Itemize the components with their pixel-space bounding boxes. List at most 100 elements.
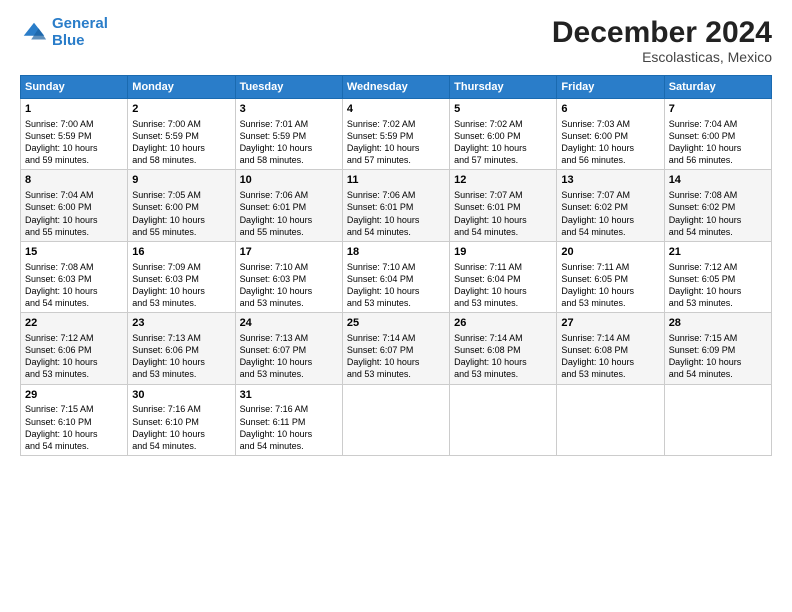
sunrise-label: Sunrise: 7:06 AM [240,190,309,200]
daylight-label: Daylight: 10 hours [561,143,634,153]
daylight-detail: and 58 minutes. [132,155,196,165]
daylight-detail: and 53 minutes. [669,298,733,308]
daylight-detail: and 55 minutes. [25,227,89,237]
sunset-label: Sunset: 6:07 PM [240,345,307,355]
col-tuesday: Tuesday [235,76,342,99]
sunset-label: Sunset: 6:02 PM [561,202,628,212]
daylight-detail: and 53 minutes. [347,298,411,308]
daylight-detail: and 54 minutes. [669,227,733,237]
sunrise-label: Sunrise: 7:13 AM [132,333,201,343]
col-thursday: Thursday [450,76,557,99]
day-number: 31 [240,388,338,403]
sunset-label: Sunset: 6:00 PM [454,131,521,141]
cell-w4-d3: 24 Sunrise: 7:13 AM Sunset: 6:07 PM Dayligh… [235,313,342,384]
daylight-label: Daylight: 10 hours [25,429,98,439]
title-block: December 2024 Escolasticas, Mexico [552,16,772,65]
daylight-detail: and 59 minutes. [25,155,89,165]
sunset-label: Sunset: 6:00 PM [132,202,199,212]
daylight-label: Daylight: 10 hours [454,143,527,153]
daylight-detail: and 54 minutes. [561,227,625,237]
sunrise-label: Sunrise: 7:08 AM [25,262,94,272]
sunrise-label: Sunrise: 7:13 AM [240,333,309,343]
day-number: 15 [25,245,123,260]
day-number: 24 [240,316,338,331]
daylight-detail: and 54 minutes. [132,441,196,451]
col-monday: Monday [128,76,235,99]
daylight-label: Daylight: 10 hours [561,215,634,225]
logo: General Blue [20,16,108,49]
sunset-label: Sunset: 6:03 PM [240,274,307,284]
daylight-label: Daylight: 10 hours [454,286,527,296]
daylight-detail: and 53 minutes. [454,369,518,379]
daylight-detail: and 57 minutes. [454,155,518,165]
sunrise-label: Sunrise: 7:01 AM [240,119,309,129]
col-friday: Friday [557,76,664,99]
day-number: 28 [669,316,767,331]
daylight-label: Daylight: 10 hours [240,357,313,367]
daylight-label: Daylight: 10 hours [240,429,313,439]
sunrise-label: Sunrise: 7:00 AM [25,119,94,129]
logo-text: General Blue [52,16,108,49]
daylight-detail: and 53 minutes. [454,298,518,308]
col-saturday: Saturday [664,76,771,99]
day-number: 23 [132,316,230,331]
cell-w1-d3: 3Sunrise: 7:01 AMSunset: 5:59 PMDaylight… [235,99,342,170]
sunset-label: Sunset: 5:59 PM [240,131,307,141]
sunrise-label: Sunrise: 7:15 AM [25,404,94,414]
cell-w2-d1: 8Sunrise: 7:04 AMSunset: 6:00 PMDaylight… [21,170,128,241]
page: General Blue December 2024 Escolasticas,… [0,0,792,612]
sunset-label: Sunset: 6:04 PM [347,274,414,284]
week-row-3: 15 Sunrise: 7:08 AM Sunset: 6:03 PM Dayligh… [21,241,772,312]
daylight-label: Daylight: 10 hours [240,143,313,153]
cell-w5-d7 [664,384,771,455]
cell-w5-d2: 30Sunrise: 7:16 AMSunset: 6:10 PMDayligh… [128,384,235,455]
week-row-4: 22Sunrise: 7:12 AMSunset: 6:06 PMDayligh… [21,313,772,384]
sunrise-label: Sunrise: 7:12 AM [669,262,738,272]
cell-w4-d5: 26Sunrise: 7:14 AMSunset: 6:08 PMDayligh… [450,313,557,384]
cell-w5-d3: 31Sunrise: 7:16 AMSunset: 6:11 PMDayligh… [235,384,342,455]
sunrise-label: Sunrise: 7:02 AM [347,119,416,129]
daylight-detail: and 54 minutes. [669,369,733,379]
day-number: 1 [25,102,123,117]
daylight-detail: and 53 minutes. [347,369,411,379]
sunrise-label: Sunrise: 7:04 AM [669,119,738,129]
day-number: 29 [25,388,123,403]
cell-w2-d4: 11Sunrise: 7:06 AMSunset: 6:01 PMDayligh… [342,170,449,241]
day-number: 13 [561,173,659,188]
sunrise-label: Sunrise: 7:12 AM [25,333,94,343]
col-wednesday: Wednesday [342,76,449,99]
day-number: 10 [240,173,338,188]
cell-w3-d5: 19Sunrise: 7:11 AMSunset: 6:04 PMDayligh… [450,241,557,312]
cell-w2-d6: 13Sunrise: 7:07 AMSunset: 6:02 PMDayligh… [557,170,664,241]
day-number: 7 [669,102,767,117]
cell-w3-d4: 18Sunrise: 7:10 AMSunset: 6:04 PMDayligh… [342,241,449,312]
sunrise-label: Sunrise: 7:08 AM [669,190,738,200]
sunrise-label: Sunrise: 7:11 AM [561,262,629,272]
day-number: 2 [132,102,230,117]
daylight-detail: and 58 minutes. [240,155,304,165]
sunrise-label: Sunrise: 7:04 AM [25,190,94,200]
calendar-body: 1 Sunrise: 7:00 AM Sunset: 5:59 PM Daylight… [21,99,772,456]
sunset-label: Sunset: 6:01 PM [347,202,414,212]
day-number: 16 [132,245,230,260]
cell-w4-d6: 27Sunrise: 7:14 AMSunset: 6:08 PMDayligh… [557,313,664,384]
daylight-label: Daylight: 10 hours [347,357,420,367]
day-number: 17 [240,245,338,260]
daylight-detail: and 53 minutes. [561,298,625,308]
sunset-label: Sunset: 6:05 PM [561,274,628,284]
daylight-label: Daylight: 10 hours [25,215,98,225]
sunset-label: Sunset: 6:10 PM [132,417,199,427]
daylight-label: Daylight: 10 hours [25,357,98,367]
sunset-label: Sunset: 6:09 PM [669,345,736,355]
daylight-label: Daylight: 10 hours [454,215,527,225]
week-row-2: 8Sunrise: 7:04 AMSunset: 6:00 PMDaylight… [21,170,772,241]
cell-w1-d1: 1Sunrise: 7:00 AMSunset: 5:59 PMDaylight… [21,99,128,170]
day-number: 25 [347,316,445,331]
daylight-detail: and 53 minutes. [25,369,89,379]
daylight-label: Daylight: 10 hours [561,286,634,296]
sunset-label: Sunset: 5:59 PM [347,131,414,141]
cell-w1-d7: 7Sunrise: 7:04 AMSunset: 6:00 PMDaylight… [664,99,771,170]
cell-w5-d4 [342,384,449,455]
sunrise-label: Sunrise: 7:05 AM [132,190,201,200]
daylight-label: Daylight: 10 hours [669,143,742,153]
